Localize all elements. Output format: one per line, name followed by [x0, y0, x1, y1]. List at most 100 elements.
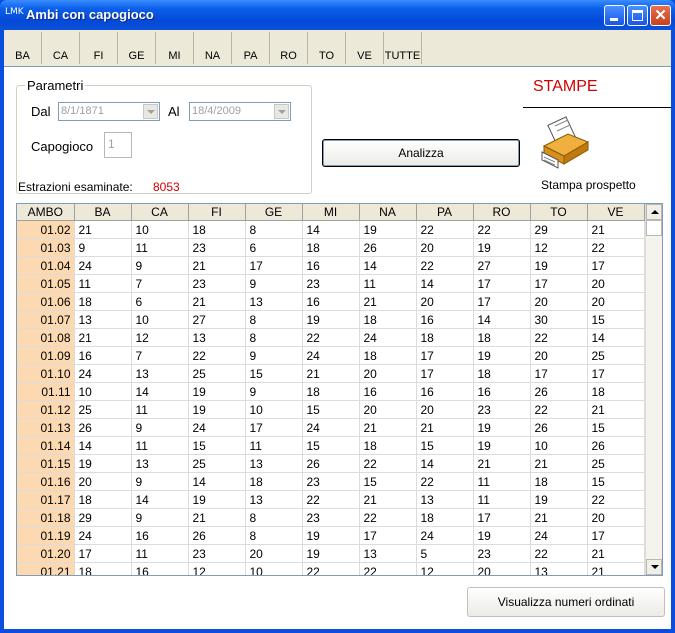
count-cell: 24 — [74, 256, 132, 275]
al-date-picker[interactable]: 18/4/2009 — [189, 102, 291, 121]
count-cell: 12 — [416, 562, 474, 575]
visualizza-numeri-ordinati-button[interactable]: Visualizza numeri ordinati — [467, 587, 665, 617]
printer-icon[interactable] — [538, 116, 594, 172]
table-row[interactable]: 01.17 18 14 19 13 22 21 13 11 19 22 — [17, 490, 645, 509]
column-header-ve[interactable]: VE — [587, 204, 645, 221]
table-row[interactable]: 01.19 24 16 26 8 19 17 24 19 24 17 — [17, 526, 645, 545]
analizza-button[interactable]: Analizza — [322, 139, 520, 167]
title-bar[interactable]: LMK Ambi con capogioco ✕ — [0, 0, 675, 30]
count-cell: 21 — [473, 454, 531, 473]
count-cell: 24 — [302, 346, 360, 365]
tab-pa[interactable]: PA — [232, 32, 270, 64]
count-cell: 15 — [302, 400, 360, 419]
ambi-table[interactable]: AMBO BA CA FI GE MI NA PA RO TO VE 01.02 21 10 18 8 14 1… — [16, 203, 663, 576]
count-cell: 22 — [587, 490, 645, 509]
column-header-ge[interactable]: GE — [245, 204, 303, 221]
chevron-down-icon[interactable] — [274, 104, 289, 119]
capogioco-input[interactable]: 1 — [104, 132, 132, 158]
table-row[interactable]: 01.18 29 9 21 8 23 22 18 17 21 20 — [17, 508, 645, 527]
maximize-button[interactable] — [627, 5, 648, 26]
count-cell: 24 — [302, 418, 360, 437]
vertical-scrollbar[interactable] — [645, 204, 662, 575]
count-cell: 17 — [74, 544, 132, 563]
table-row[interactable]: 01.13 26 9 24 17 24 21 21 19 26 15 — [17, 418, 645, 437]
scroll-thumb[interactable] — [646, 220, 662, 236]
count-cell: 16 — [416, 382, 474, 401]
count-cell: 17 — [587, 256, 645, 275]
table-row[interactable]: 01.12 25 11 19 10 15 20 20 23 22 21 — [17, 400, 645, 419]
column-header-ro[interactable]: RO — [473, 204, 531, 221]
tab-label: NA — [204, 50, 221, 62]
scroll-up-icon[interactable] — [646, 204, 662, 220]
table-row[interactable]: 01.04 24 9 21 17 16 14 22 27 19 17 — [17, 256, 645, 275]
count-cell: 15 — [188, 436, 246, 455]
count-cell: 27 — [188, 310, 246, 329]
scroll-down-icon[interactable] — [646, 559, 662, 575]
count-cell: 20 — [587, 508, 645, 527]
chevron-down-icon[interactable] — [143, 104, 158, 119]
count-cell: 18 — [587, 382, 645, 401]
tab-fi[interactable]: FI — [80, 32, 118, 64]
count-cell: 21 — [359, 490, 417, 509]
tab-ba[interactable]: BA — [4, 32, 42, 64]
al-label: Al — [168, 104, 180, 119]
column-header-ambo[interactable]: AMBO — [17, 204, 75, 221]
column-header-to[interactable]: TO — [530, 204, 588, 221]
count-cell: 21 — [416, 418, 474, 437]
ambo-cell: 01.17 — [17, 490, 75, 509]
table-row[interactable]: 01.08 21 12 13 8 22 24 18 18 22 14 — [17, 328, 645, 347]
count-cell: 15 — [245, 364, 303, 383]
tab-label: MI — [168, 50, 181, 62]
count-cell: 22 — [587, 238, 645, 257]
table-row[interactable]: 01.11 10 14 19 9 18 16 16 16 26 18 — [17, 382, 645, 401]
minimize-button[interactable] — [604, 5, 625, 26]
table-row[interactable]: 01.06 18 6 21 13 16 21 20 17 20 20 — [17, 292, 645, 311]
table-row[interactable]: 01.07 13 10 27 8 19 18 16 14 30 15 — [17, 310, 645, 329]
column-header-pa[interactable]: PA — [416, 204, 474, 221]
column-header-mi[interactable]: MI — [302, 204, 360, 221]
tab-mi[interactable]: MI — [156, 32, 194, 64]
dal-date-picker[interactable]: 8/1/1871 — [58, 102, 160, 121]
column-header-fi[interactable]: FI — [188, 204, 246, 221]
tab-to[interactable]: TO — [308, 32, 346, 64]
tab-label: VE — [357, 50, 372, 62]
table-row[interactable]: 01.21 18 16 12 10 22 22 12 20 13 21 — [17, 562, 645, 575]
count-cell: 14 — [74, 436, 132, 455]
table-row[interactable]: 01.05 11 7 23 9 23 11 14 17 17 20 — [17, 274, 645, 293]
count-cell: 9 — [245, 274, 303, 293]
table-row[interactable]: 01.09 16 7 22 9 24 18 17 19 20 25 — [17, 346, 645, 365]
ambo-cell: 01.04 — [17, 256, 75, 275]
column-header-ba[interactable]: BA — [74, 204, 132, 221]
table-row[interactable]: 01.16 20 9 14 18 23 15 22 11 18 15 — [17, 472, 645, 491]
tab-ro[interactable]: RO — [270, 32, 308, 64]
table-row[interactable]: 01.03 9 11 23 6 18 26 20 19 12 22 — [17, 238, 645, 257]
table-row[interactable]: 01.10 24 13 25 15 21 20 17 18 17 17 — [17, 364, 645, 383]
tab-tutte[interactable]: TUTTE — [384, 32, 422, 64]
column-header-ca[interactable]: CA — [131, 204, 189, 221]
table-row[interactable]: 01.15 19 13 25 13 26 22 14 21 21 25 — [17, 454, 645, 473]
tab-na[interactable]: NA — [194, 32, 232, 64]
count-cell: 13 — [74, 310, 132, 329]
count-cell: 16 — [302, 256, 360, 275]
tab-ge[interactable]: GE — [118, 32, 156, 64]
table-row[interactable]: 01.02 21 10 18 8 14 19 22 22 29 21 — [17, 220, 645, 239]
count-cell: 19 — [302, 310, 360, 329]
client-area: BA CA FI GE MI NA PA RO TO VE TUTTE Parametri Dal … — [4, 30, 671, 629]
count-cell: 13 — [245, 292, 303, 311]
tab-ca[interactable]: CA — [42, 32, 80, 64]
table-row[interactable]: 01.14 14 11 15 11 15 18 15 19 10 26 — [17, 436, 645, 455]
count-cell: 23 — [188, 238, 246, 257]
app-window: LMK Ambi con capogioco ✕ BA CA FI GE MI NA PA R… — [0, 0, 675, 633]
table-row[interactable]: 01.20 17 11 23 20 19 13 5 23 22 21 — [17, 544, 645, 563]
count-cell: 29 — [74, 508, 132, 527]
tab-ve[interactable]: VE — [346, 32, 384, 64]
count-cell: 12 — [131, 328, 189, 347]
tab-label: TUTTE — [384, 50, 421, 62]
column-header-na[interactable]: NA — [359, 204, 417, 221]
close-button[interactable]: ✕ — [650, 5, 671, 26]
ambo-cell: 01.09 — [17, 346, 75, 365]
count-cell: 15 — [587, 418, 645, 437]
count-cell: 22 — [530, 400, 588, 419]
count-cell: 21 — [587, 562, 645, 575]
count-cell: 20 — [587, 274, 645, 293]
